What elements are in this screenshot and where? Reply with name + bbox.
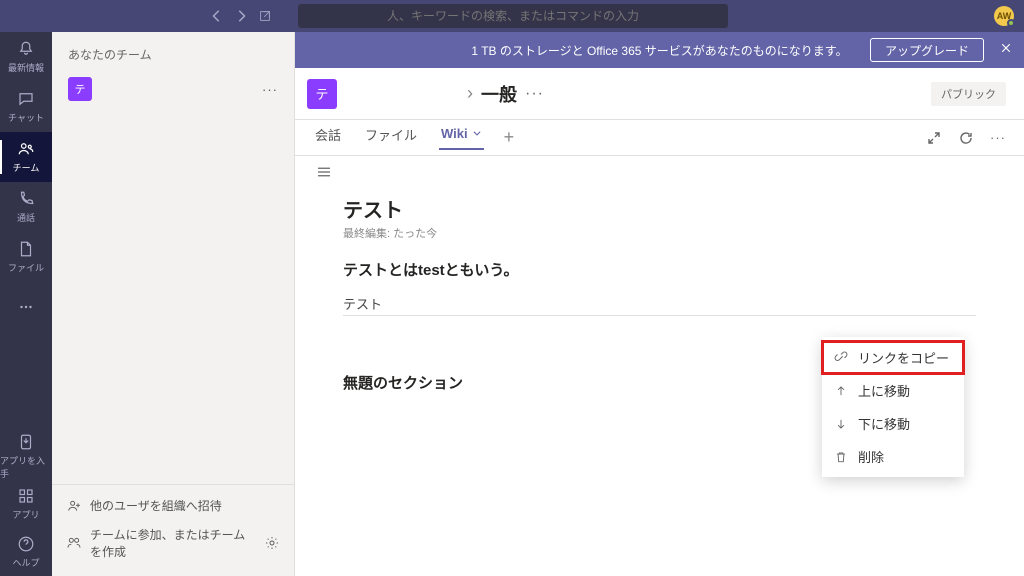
tab-wiki[interactable]: Wiki xyxy=(439,126,484,150)
rail-teams[interactable]: チーム xyxy=(0,132,52,182)
profile-avatar[interactable]: AW xyxy=(994,6,1014,26)
banner-text: 1 TB のストレージと Office 365 サービスがあなたのものになります… xyxy=(471,42,847,59)
search-box[interactable] xyxy=(298,4,728,28)
chevron-right-icon xyxy=(234,9,248,23)
chevron-left-icon xyxy=(210,9,224,23)
menu-copy-link[interactable]: リンクをコピー xyxy=(822,341,964,374)
invite-icon xyxy=(66,498,82,514)
apps-icon xyxy=(17,487,35,505)
teams-pane: あなたのチーム テ ··· 他のユーザを組織へ招待 チームに参加、またはチームを… xyxy=(52,32,295,576)
join-team-icon xyxy=(66,535,82,551)
teams-settings[interactable] xyxy=(264,535,280,551)
banner-close[interactable] xyxy=(1000,42,1012,57)
section-context-menu: リンクをコピー 上に移動 下に移動 削除 xyxy=(822,337,964,477)
expand-icon xyxy=(926,130,942,146)
nav-back[interactable] xyxy=(210,9,224,23)
chevron-down-icon xyxy=(472,128,482,138)
invite-users[interactable]: 他のユーザを組織へ招待 xyxy=(62,491,284,520)
upgrade-button[interactable]: アップグレード xyxy=(870,38,984,62)
phone-icon xyxy=(17,190,35,208)
gear-icon xyxy=(264,535,280,551)
rail-calls[interactable]: 通話 xyxy=(0,182,52,232)
app-rail: 最新情報 チャット チーム 通話 ファイル xyxy=(0,32,52,576)
tab-conversation[interactable]: 会話 xyxy=(313,125,343,151)
channel-tabs: 会話 ファイル Wiki + ··· xyxy=(295,120,1024,156)
team-row[interactable]: テ ··· xyxy=(52,71,294,107)
wiki-nav-toggle[interactable] xyxy=(315,163,333,181)
wiki-title[interactable]: テスト xyxy=(343,194,976,223)
main-column: 1 TB のストレージと Office 365 サービスがあなたのものになります… xyxy=(295,32,1024,576)
hamburger-icon xyxy=(315,163,333,181)
privacy-badge: パブリック xyxy=(931,82,1006,106)
nav-forward[interactable] xyxy=(234,9,248,23)
help-icon xyxy=(17,535,35,553)
expand-button[interactable] xyxy=(926,130,942,146)
menu-move-up[interactable]: 上に移動 xyxy=(822,374,964,407)
rail-activity[interactable]: 最新情報 xyxy=(0,32,52,82)
refresh-button[interactable] xyxy=(958,130,974,146)
rail-chat[interactable]: チャット xyxy=(0,82,52,132)
trash-icon xyxy=(834,450,848,464)
popout-icon xyxy=(258,9,272,23)
team-avatar: テ xyxy=(68,77,92,101)
teams-pane-header: あなたのチーム xyxy=(68,46,152,63)
menu-delete[interactable]: 削除 xyxy=(822,440,964,473)
ellipsis-icon xyxy=(17,298,35,316)
channel-more[interactable]: ··· xyxy=(525,85,544,103)
presence-indicator xyxy=(1007,19,1015,27)
rail-apps[interactable]: アプリ xyxy=(0,480,52,528)
chat-icon xyxy=(17,90,35,108)
bell-icon xyxy=(17,40,35,58)
breadcrumb-chevron-icon: › xyxy=(467,83,473,104)
tab-more[interactable]: ··· xyxy=(990,130,1006,145)
pop-out[interactable] xyxy=(258,9,272,23)
tab-files[interactable]: ファイル xyxy=(363,125,419,151)
wiki-toolbar xyxy=(295,156,1024,188)
wiki-heading[interactable]: テストとはtestともいう。 xyxy=(343,259,976,280)
section-divider xyxy=(343,315,976,316)
channel-name: 一般 xyxy=(481,81,517,107)
team-more[interactable]: ··· xyxy=(262,82,278,97)
link-icon xyxy=(834,351,848,365)
rail-more[interactable] xyxy=(0,282,52,332)
wiki-meta: 最終編集: たった今 xyxy=(343,225,976,241)
menu-move-down[interactable]: 下に移動 xyxy=(822,407,964,440)
search-input[interactable] xyxy=(298,9,728,23)
channel-team-avatar: テ xyxy=(307,79,337,109)
refresh-icon xyxy=(958,130,974,146)
join-create-team[interactable]: チームに参加、またはチームを作成 xyxy=(62,520,284,566)
channel-header: テ › 一般 ··· パブリック xyxy=(295,68,1024,120)
titlebar: AW xyxy=(0,0,1024,32)
file-icon xyxy=(17,240,35,258)
rail-get-app[interactable]: アプリを入手 xyxy=(0,432,52,480)
rail-files[interactable]: ファイル xyxy=(0,232,52,282)
teams-icon xyxy=(17,140,35,158)
close-icon xyxy=(1000,42,1012,54)
download-icon xyxy=(17,433,35,451)
rail-help[interactable]: ヘルプ xyxy=(0,528,52,576)
arrow-down-icon xyxy=(834,417,848,431)
arrow-up-icon xyxy=(834,384,848,398)
add-tab[interactable]: + xyxy=(504,127,515,148)
upgrade-banner: 1 TB のストレージと Office 365 サービスがあなたのものになります… xyxy=(295,32,1024,68)
